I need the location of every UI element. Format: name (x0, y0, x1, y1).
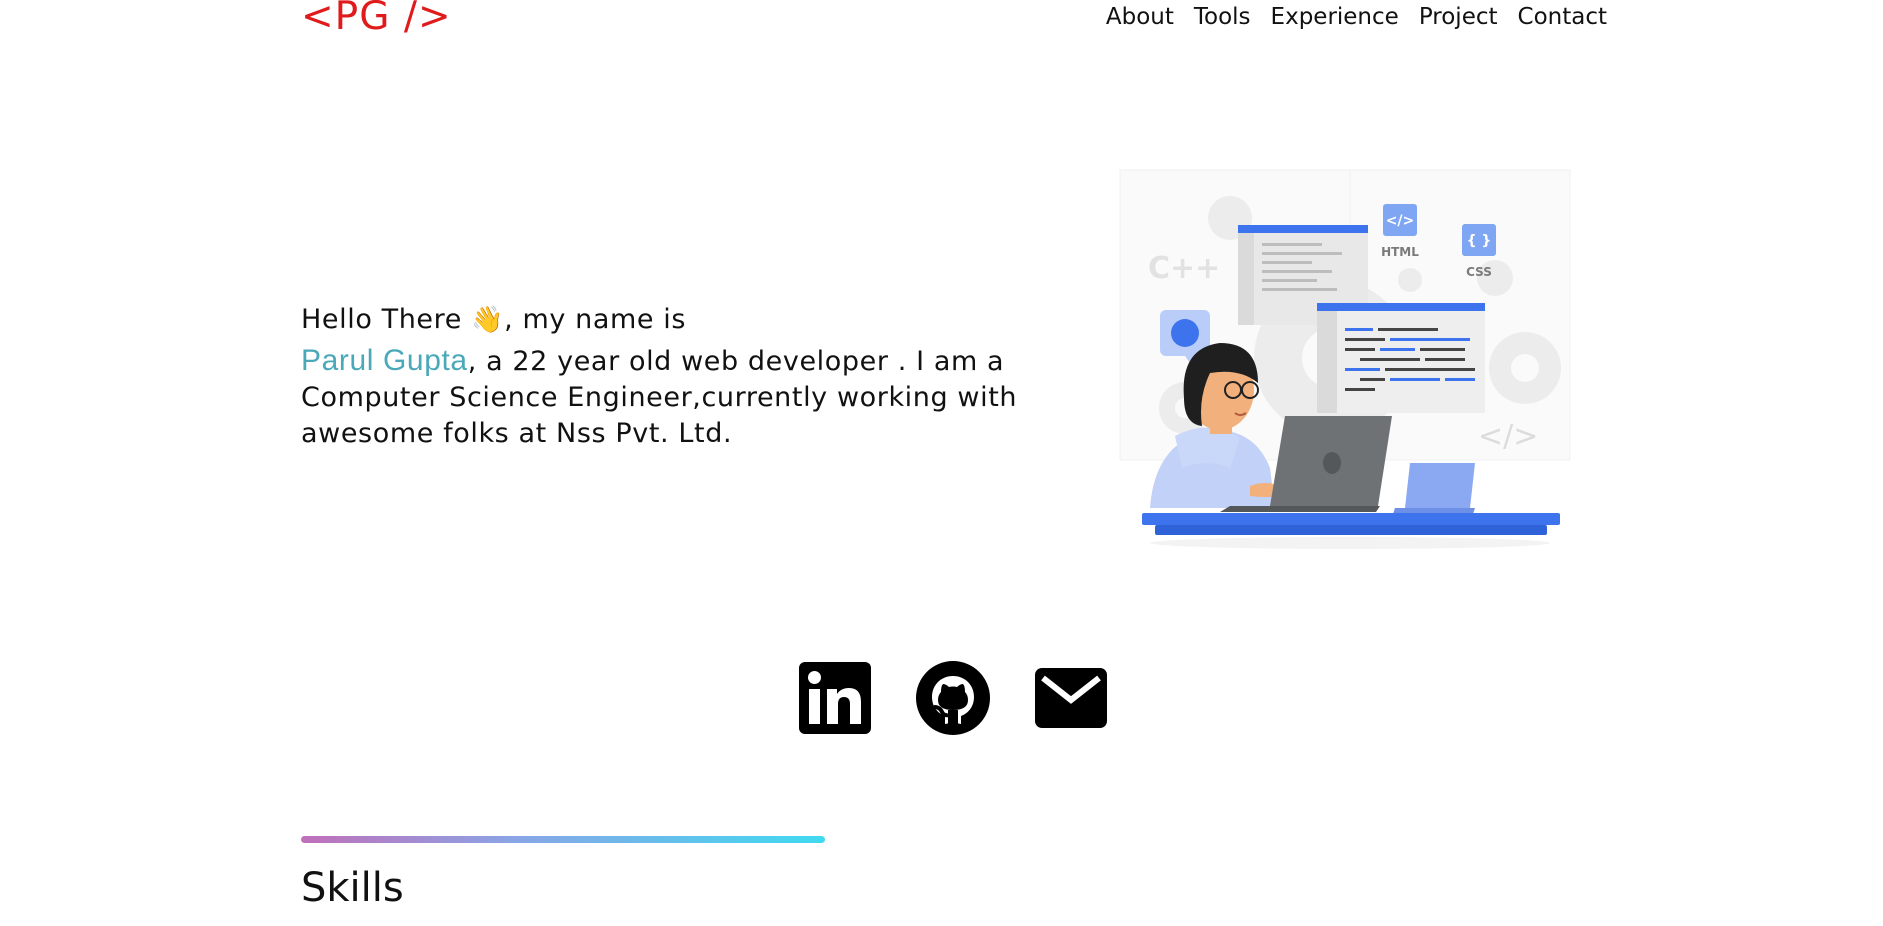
nav-tools[interactable]: Tools (1194, 4, 1251, 30)
intro-text: Hello There 👋, my name is Parul Gupta, a… (301, 302, 1081, 452)
tablet-icon (1393, 463, 1475, 514)
github-icon[interactable] (915, 660, 991, 736)
code-tag-icon: </> (1478, 419, 1538, 454)
css-badge-icon: { } (1467, 233, 1492, 249)
site-logo[interactable]: <PG /> (301, 0, 452, 39)
nav-contact[interactable]: Contact (1518, 4, 1607, 30)
html-badge-icon: </> (1386, 213, 1415, 229)
author-name: Parul Gupta (301, 344, 468, 377)
greeting-tail: , my name is (504, 304, 687, 335)
main-nav: About Tools Experience Project Contact (1106, 4, 1607, 30)
nav-experience[interactable]: Experience (1271, 4, 1399, 30)
html-badge: </> HTML (1381, 204, 1419, 259)
skills-heading: Skills (301, 865, 404, 911)
linkedin-icon[interactable] (797, 660, 873, 736)
html-label: HTML (1381, 245, 1419, 259)
mail-icon[interactable] (1033, 660, 1109, 736)
social-links (797, 660, 1109, 736)
developer-illustration: C++ </> </> HTML {} CSS (1119, 169, 1571, 549)
nav-about[interactable]: About (1106, 4, 1174, 30)
css-badge: { } CSS (1462, 224, 1496, 279)
nav-project[interactable]: Project (1419, 4, 1498, 30)
cpp-label: C++ (1148, 251, 1220, 286)
desk (1142, 513, 1560, 525)
greeting-text: Hello There (301, 304, 472, 335)
css-label: CSS (1466, 265, 1492, 279)
section-divider (301, 836, 825, 843)
wave-emoji: 👋 (471, 305, 505, 335)
greeting-line: Hello There 👋, my name is (301, 302, 1081, 338)
intro-paragraph: Parul Gupta, a 22 year old web developer… (301, 343, 1081, 452)
code-window-front (1317, 303, 1485, 413)
